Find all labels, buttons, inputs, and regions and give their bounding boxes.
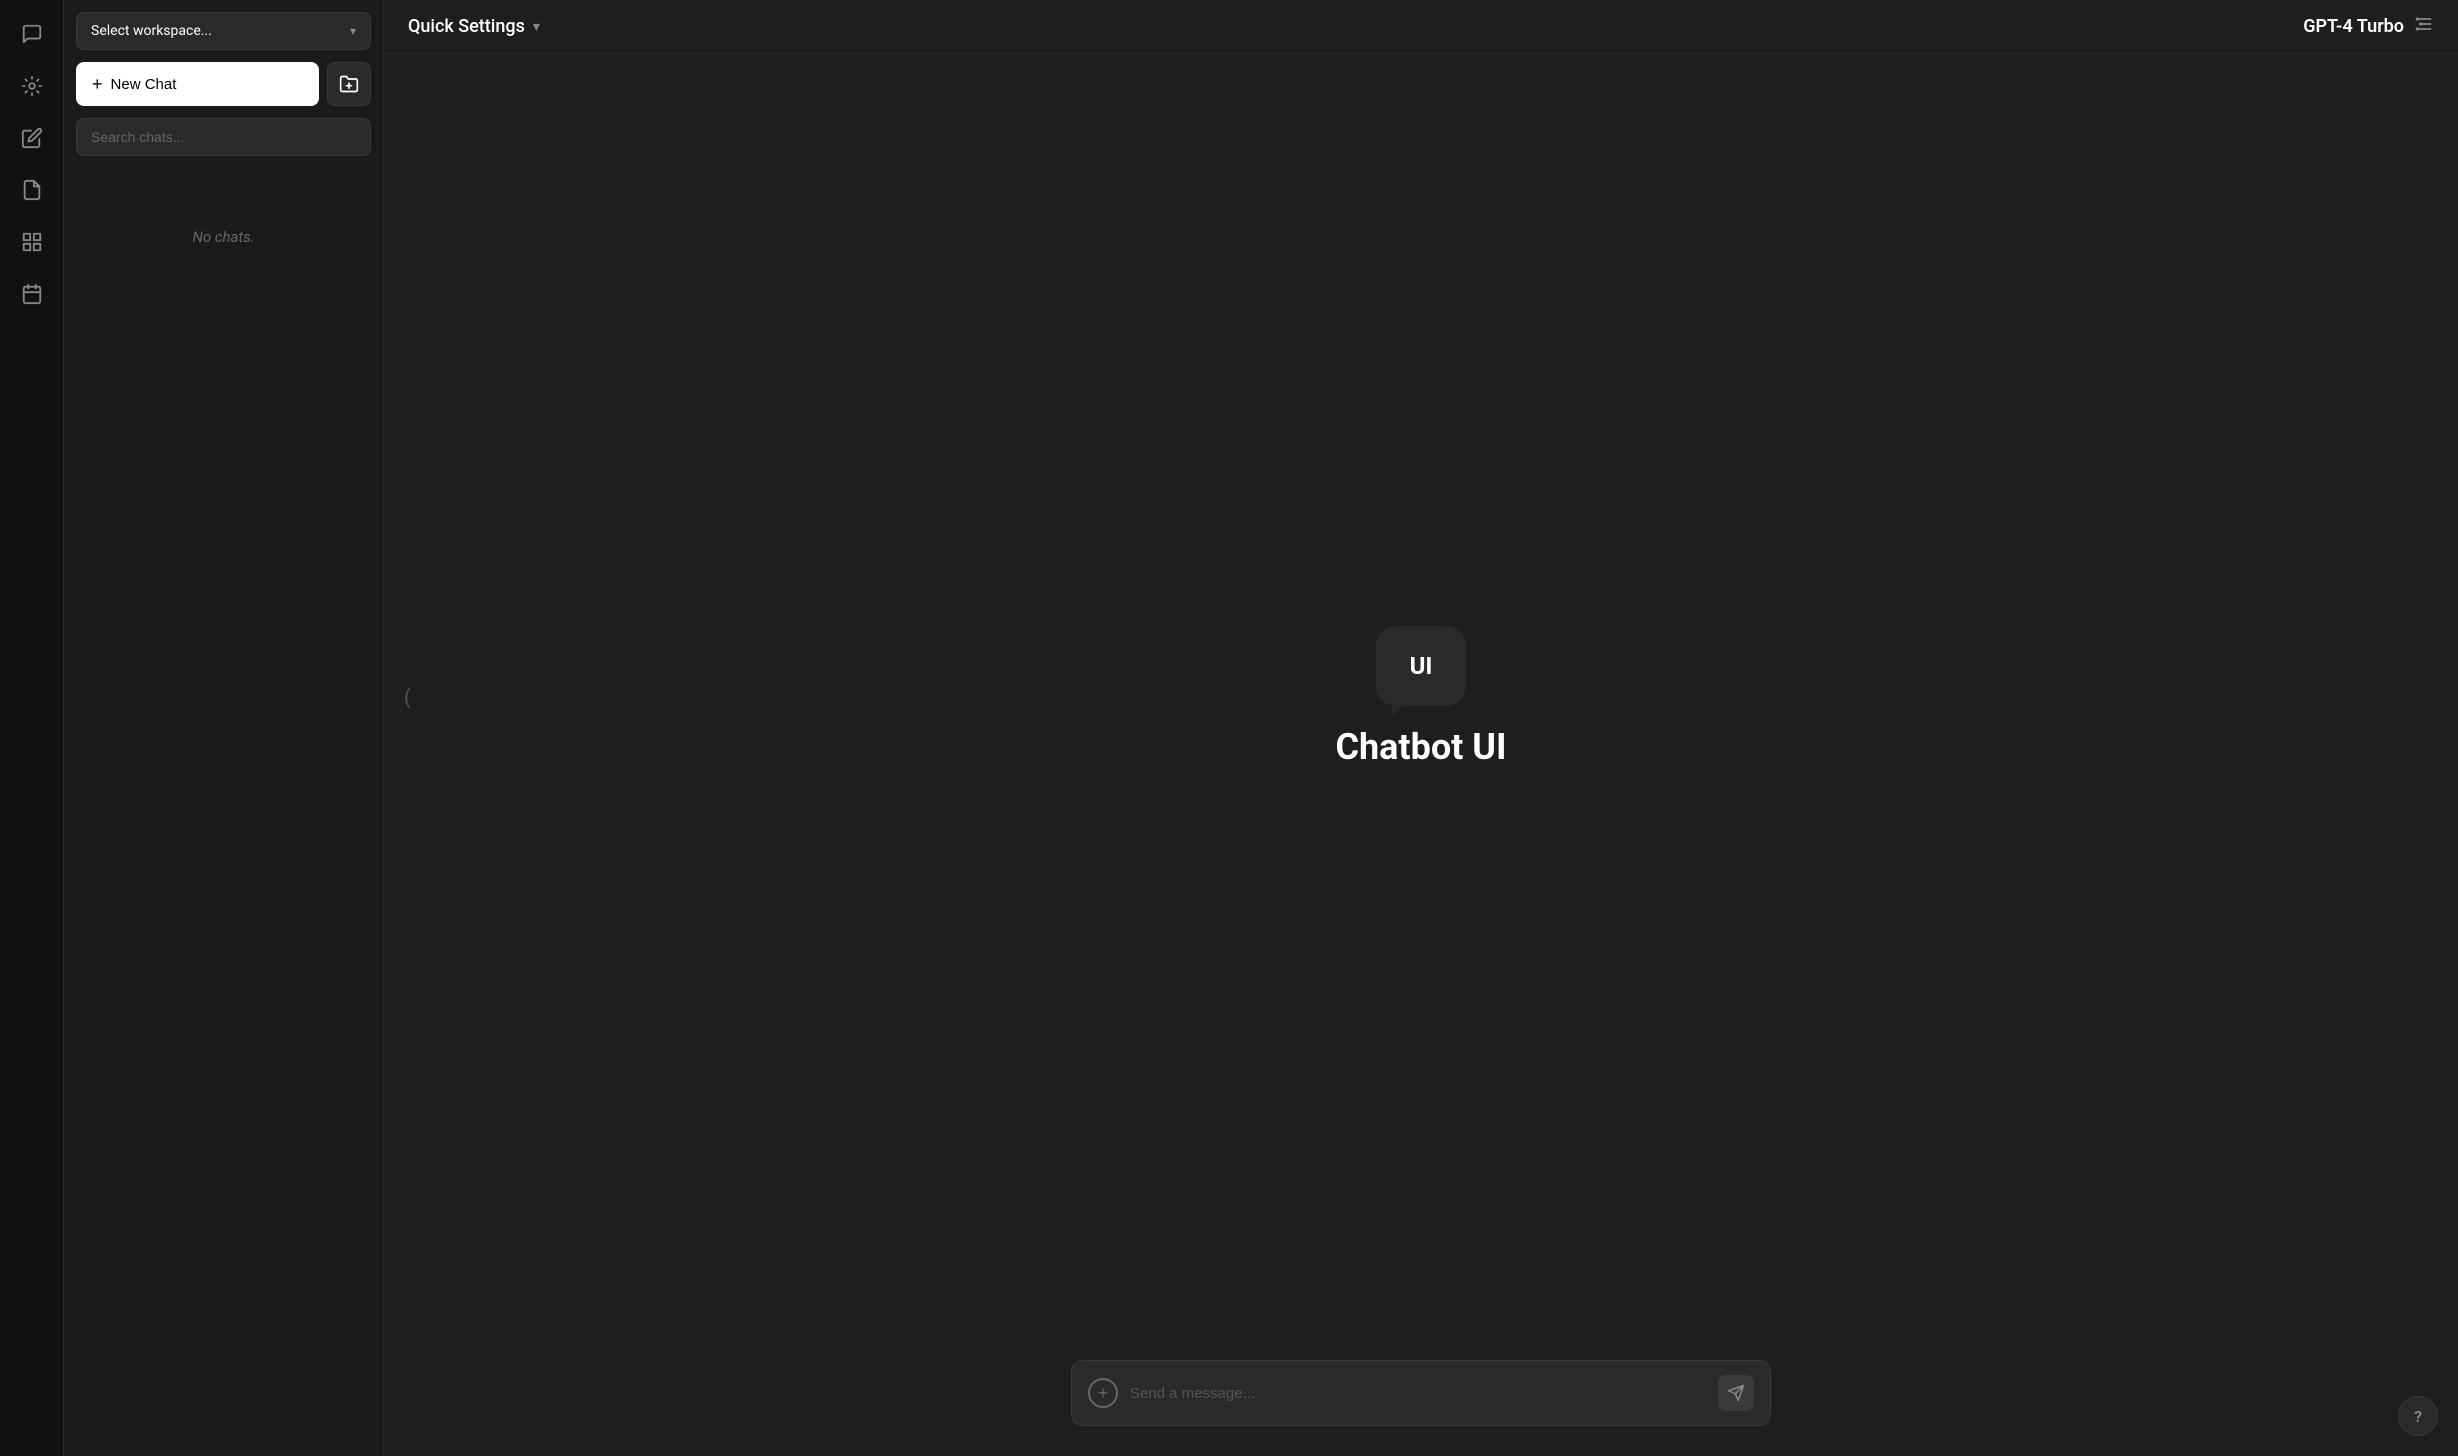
main-content: Quick Settings ▾ GPT-4 Turbo ( (384, 0, 2458, 1456)
collapse-toggle-button[interactable]: ( (396, 677, 419, 717)
search-input[interactable] (76, 118, 371, 156)
model-selector-button[interactable]: GPT-4 Turbo (2303, 14, 2434, 39)
new-folder-button[interactable] (327, 62, 371, 106)
header: Quick Settings ▾ GPT-4 Turbo (384, 0, 2458, 54)
send-icon (1727, 1384, 1745, 1402)
app-logo-bubble: UI (1376, 626, 1466, 706)
sidebar: Select workspace... ▾ + New Chat No chat… (64, 0, 384, 1456)
message-input[interactable] (1130, 1385, 1706, 1402)
app-logo-text: UI (1410, 652, 1433, 680)
sidebar-actions: + New Chat (76, 62, 371, 106)
sidebar-item-edit[interactable] (10, 116, 54, 160)
collapse-icon: ( (404, 685, 411, 709)
app-title: Chatbot UI (1335, 726, 1506, 768)
sidebar-item-calendar[interactable] (10, 272, 54, 316)
icon-bar (0, 0, 64, 1456)
sidebar-item-document[interactable] (10, 168, 54, 212)
quick-settings-chevron-icon: ▾ (533, 19, 540, 35)
model-settings-icon (2414, 14, 2434, 39)
sidebar-item-chat[interactable] (10, 12, 54, 56)
new-chat-button[interactable]: + New Chat (76, 62, 319, 106)
sidebar-item-library[interactable] (10, 220, 54, 264)
plus-icon: + (92, 74, 103, 95)
no-chats-message: No chats. (64, 168, 383, 1456)
folder-plus-icon (339, 74, 359, 94)
logo-container: UI Chatbot UI (1335, 626, 1506, 768)
quick-settings-label: Quick Settings (408, 16, 525, 37)
chat-area: ( UI Chatbot UI (384, 54, 2458, 1340)
message-input-area: + (384, 1340, 2458, 1456)
search-container (76, 118, 371, 156)
help-button[interactable]: ? (2398, 1396, 2438, 1436)
workspace-selector[interactable]: Select workspace... ▾ (76, 12, 371, 50)
send-button[interactable] (1718, 1375, 1754, 1411)
quick-settings-button[interactable]: Quick Settings ▾ (408, 16, 540, 37)
message-attachment-button[interactable]: + (1088, 1378, 1118, 1408)
sidebar-item-settings[interactable] (10, 64, 54, 108)
model-label: GPT-4 Turbo (2303, 16, 2404, 37)
help-label: ? (2414, 1407, 2422, 1426)
workspace-label: Select workspace... (91, 23, 212, 39)
workspace-chevron-icon: ▾ (350, 24, 356, 38)
new-chat-label: New Chat (111, 76, 177, 93)
message-input-container: + (1071, 1360, 1771, 1426)
